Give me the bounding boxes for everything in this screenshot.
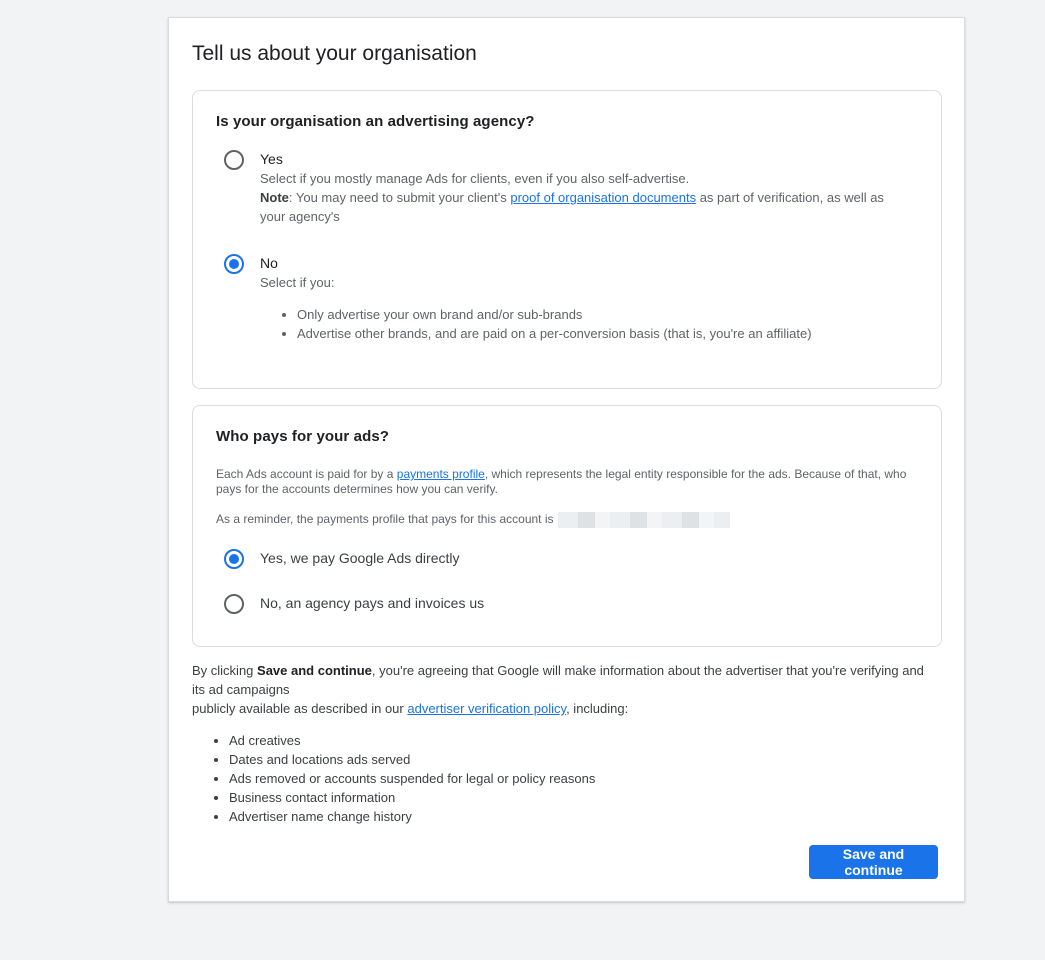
agency-yes-label: Yes bbox=[260, 151, 283, 167]
payer-question-title: Who pays for your ads? bbox=[216, 428, 390, 445]
agency-no-label: No bbox=[260, 255, 278, 271]
list-item: Only advertise your own brand and/or sub… bbox=[297, 305, 910, 324]
organisation-form-card: Tell us about your organisation Is your … bbox=[168, 17, 965, 902]
payer-reminder-text: As a reminder, the payments profile that… bbox=[216, 512, 554, 527]
agency-question-title: Is your organisation an advertising agen… bbox=[216, 113, 535, 130]
redacted-payments-profile bbox=[557, 512, 730, 528]
payer-direct-radio[interactable] bbox=[224, 549, 244, 569]
consent-after: , including: bbox=[566, 701, 629, 716]
consent-line2-before: publicly available as described in our bbox=[192, 701, 408, 716]
advertiser-verification-policy-link[interactable]: advertiser verification policy bbox=[407, 701, 566, 716]
list-item: Advertiser name change history bbox=[229, 807, 932, 826]
agency-no-description: Select if you: bbox=[260, 275, 335, 290]
consent-list: Ad creatives Dates and locations ads ser… bbox=[192, 731, 932, 826]
agency-yes-note: Note: You may need to submit your client… bbox=[260, 188, 910, 226]
list-item: Business contact information bbox=[229, 788, 932, 807]
agency-no-radio[interactable] bbox=[224, 254, 244, 274]
agency-question-section: Is your organisation an advertising agen… bbox=[192, 90, 942, 389]
payer-question-section: Who pays for your ads? Each Ads account … bbox=[192, 405, 942, 647]
payer-reminder: As a reminder, the payments profile that… bbox=[216, 512, 926, 528]
list-item: Dates and locations ads served bbox=[229, 750, 932, 769]
note-label: Note bbox=[260, 190, 289, 205]
agency-no-bullets: Only advertise your own brand and/or sub… bbox=[260, 305, 910, 343]
consent-before: By clicking bbox=[192, 663, 258, 678]
payer-info-before: Each Ads account is paid for by a bbox=[216, 467, 397, 481]
consent-text: By clicking Save and continue, you're ag… bbox=[192, 661, 932, 826]
consent-paragraph: By clicking Save and continue, you're ag… bbox=[192, 661, 932, 718]
payer-agency-radio[interactable] bbox=[224, 594, 244, 614]
page-title: Tell us about your organisation bbox=[192, 42, 477, 65]
payer-info-text: Each Ads account is paid for by a paymen… bbox=[216, 467, 926, 497]
list-item: Ad creatives bbox=[229, 731, 932, 750]
agency-yes-radio[interactable] bbox=[224, 150, 244, 170]
list-item: Ads removed or accounts suspended for le… bbox=[229, 769, 932, 788]
agency-yes-body: Yes Select if you mostly manage Ads for … bbox=[260, 150, 910, 226]
payments-profile-link[interactable]: payments profile bbox=[397, 467, 485, 481]
payer-agency-label: No, an agency pays and invoices us bbox=[260, 595, 485, 611]
agency-no-body: No Select if you: Only advertise your ow… bbox=[260, 254, 910, 343]
list-item: Advertise other brands, and are paid on … bbox=[297, 324, 910, 343]
consent-bold: Save and continue bbox=[257, 663, 372, 678]
agency-yes-description: Select if you mostly manage Ads for clie… bbox=[260, 171, 690, 186]
payer-direct-label: Yes, we pay Google Ads directly bbox=[260, 550, 460, 566]
proof-of-organisation-link[interactable]: proof of organisation documents bbox=[510, 190, 696, 205]
save-and-continue-button[interactable]: Save and continue bbox=[809, 845, 938, 879]
note-text-before: : You may need to submit your client's bbox=[288, 190, 511, 205]
